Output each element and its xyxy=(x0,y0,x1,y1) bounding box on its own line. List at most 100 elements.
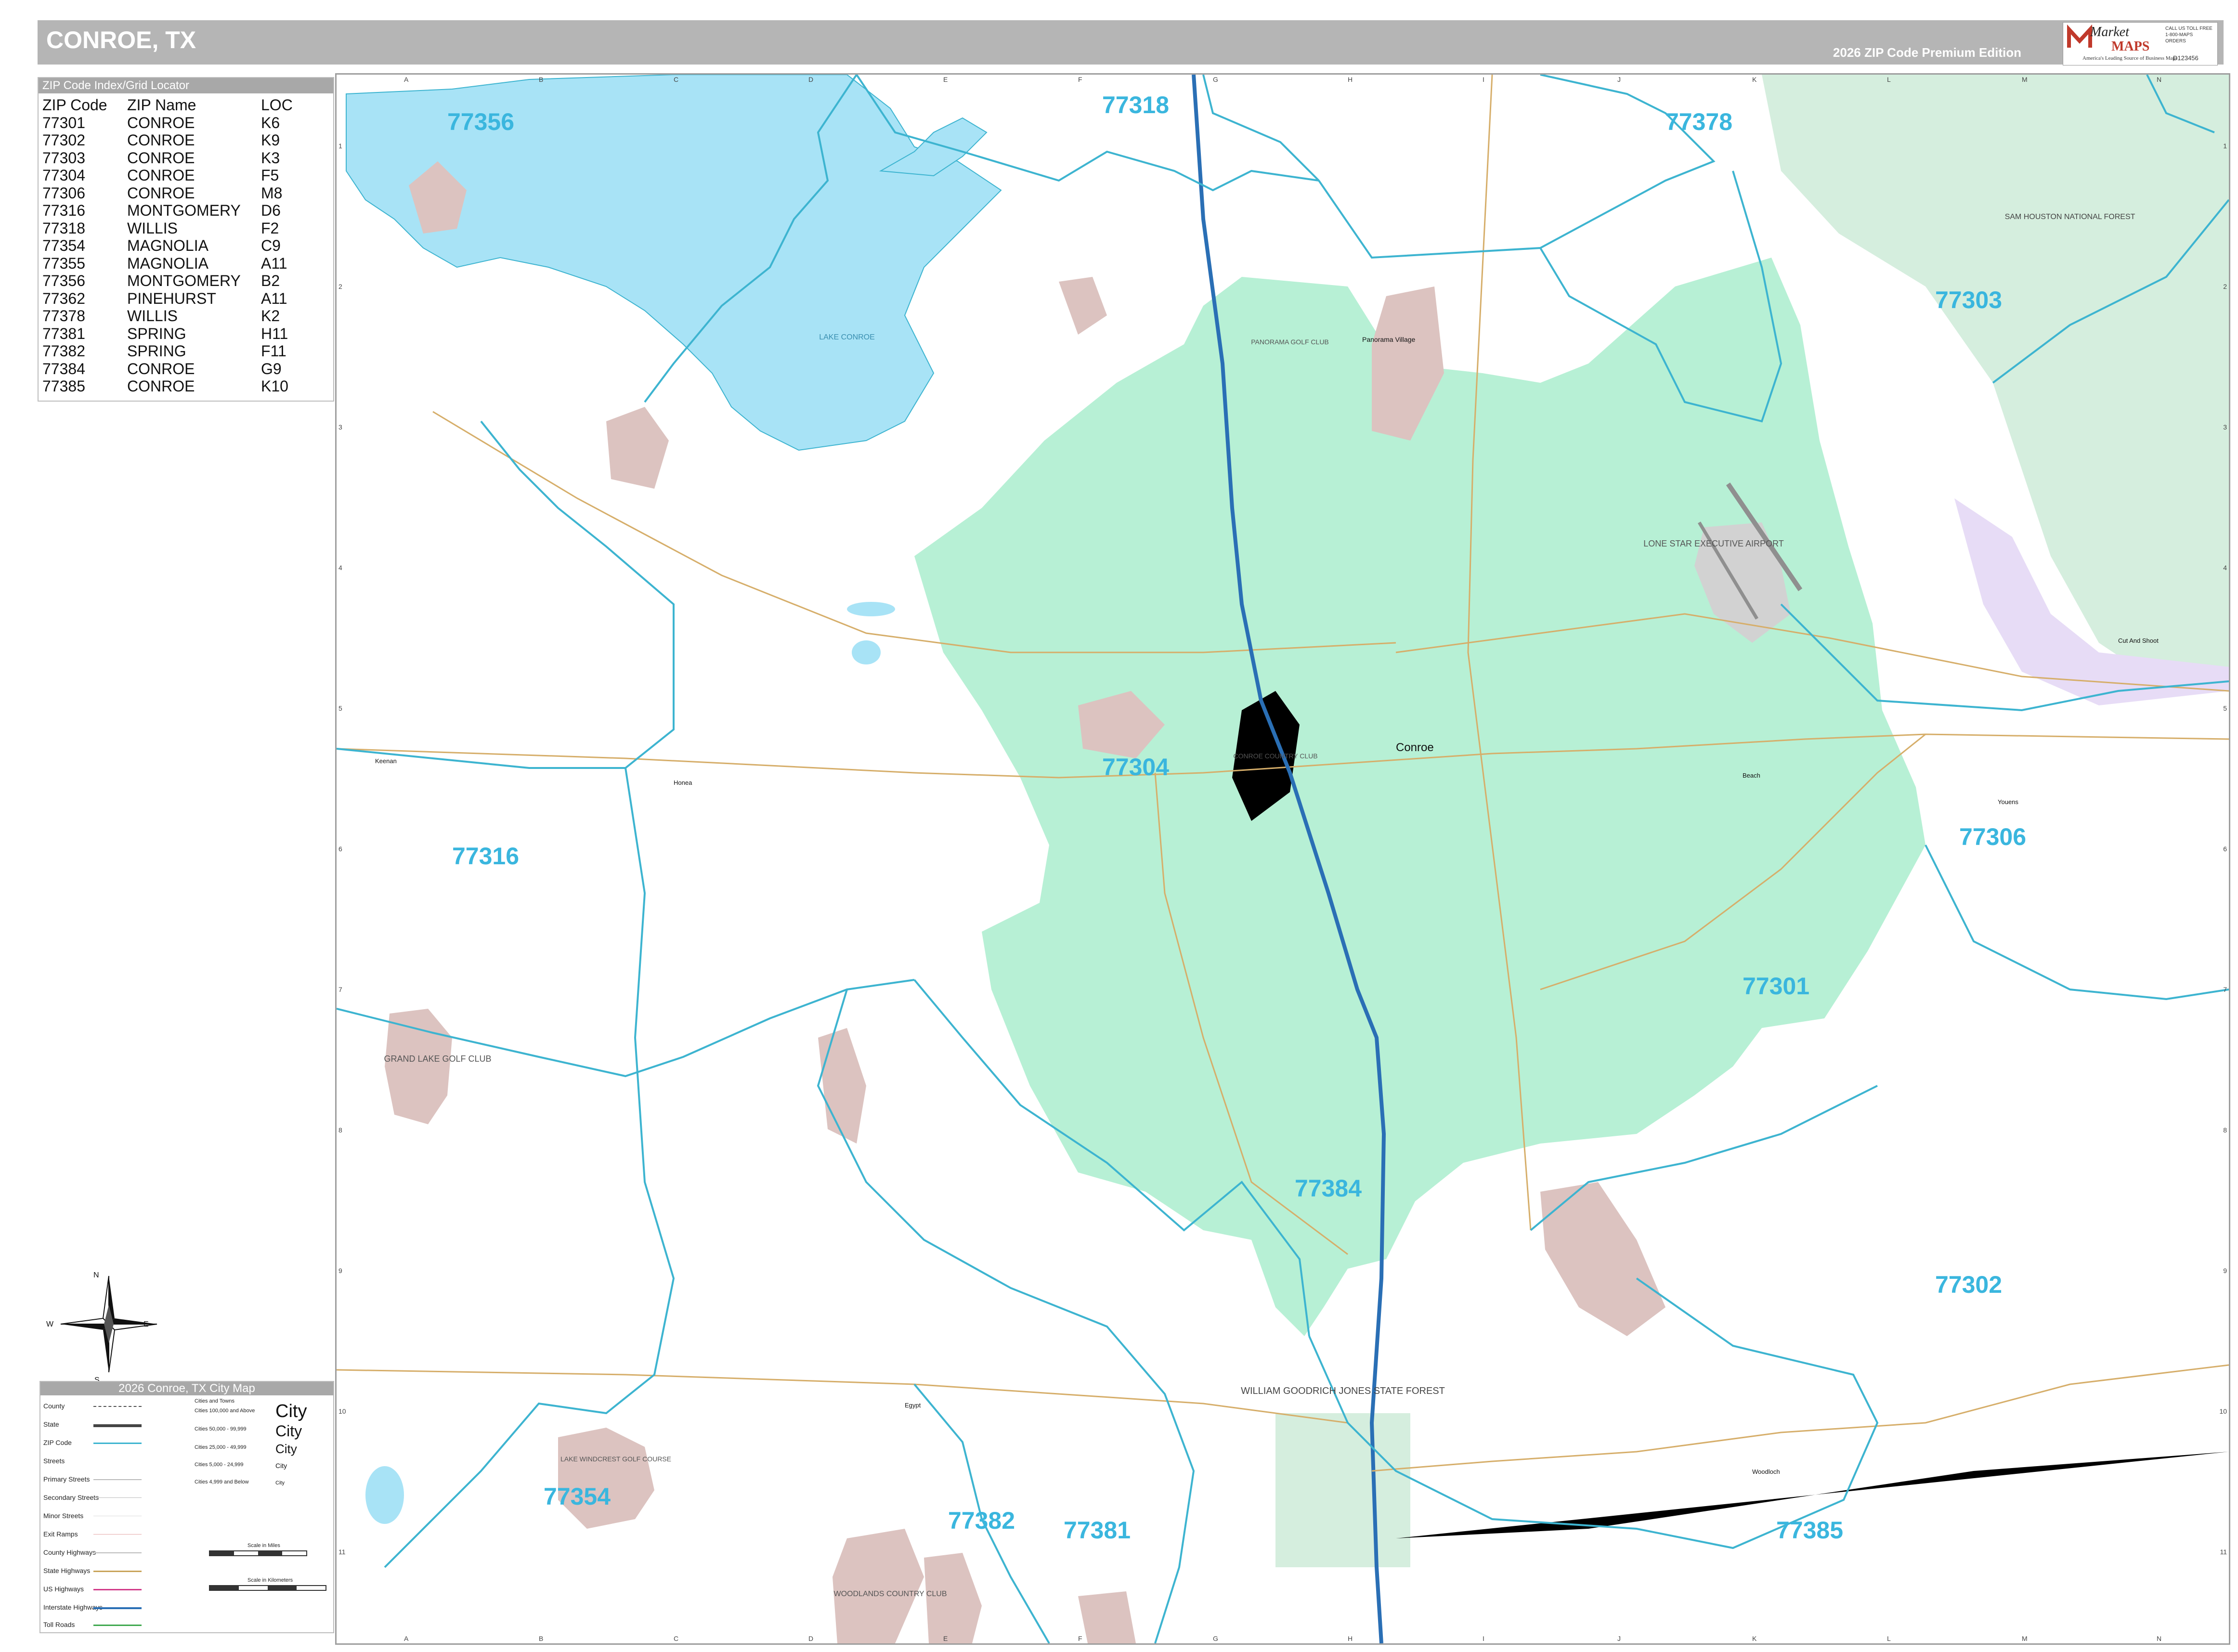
legend-state-hwy-line xyxy=(93,1571,142,1572)
zip-index-row: 77355 MAGNOLIA A11 xyxy=(42,255,293,273)
legend-minor: Minor Streets xyxy=(43,1512,84,1520)
zip-name-cell: WILLIS xyxy=(127,307,178,325)
zip-name-cell: PINEHURST xyxy=(127,289,216,307)
golf-area xyxy=(924,1553,982,1643)
loc-cell: A11 xyxy=(261,254,287,272)
grid-row-label: 4 xyxy=(338,564,342,572)
grid-col-label: M xyxy=(2022,1635,2028,1642)
grid-col-label: K xyxy=(1752,76,1757,83)
zip-index-row: 77384 CONROE G9 xyxy=(42,360,293,378)
logo-icon xyxy=(2067,25,2092,48)
lake-windcrest-golf-area xyxy=(558,1428,654,1529)
zip-code-cell: 77381 xyxy=(42,325,85,342)
zip-label: 77303 xyxy=(1935,286,2002,313)
grid-col-label: G xyxy=(1213,1635,1218,1642)
zip-name-cell: CONROE xyxy=(127,360,195,377)
zip-name-cell: CONROE xyxy=(127,184,195,202)
place-label-egypt: Egypt xyxy=(905,1402,921,1409)
loc-cell: F11 xyxy=(261,342,286,360)
legend-secondary-line xyxy=(93,1497,142,1498)
zip-name-cell: MONTGOMERY xyxy=(127,272,241,289)
market-maps-logo: Market MAPS America's Leading Source of … xyxy=(2063,22,2218,65)
legend-city-size: Cities 50,000 - 99,999 xyxy=(195,1426,247,1432)
zip-code-cell: 77355 xyxy=(42,254,85,272)
loc-cell: F2 xyxy=(261,219,279,237)
loc-cell: K6 xyxy=(261,114,280,131)
edition-label: 2026 ZIP Code Premium Edition xyxy=(1833,45,2021,60)
legend-us-hwy-line xyxy=(93,1589,142,1590)
grid-col-label: J xyxy=(1617,1635,1621,1642)
legend-cities-header: Cities and Towns xyxy=(195,1398,234,1404)
zip-code-cell: 77302 xyxy=(42,131,85,149)
grid-row-label: 6 xyxy=(338,845,342,853)
zip-code-cell: 77301 xyxy=(42,114,85,131)
legend-ramps: Exit Ramps xyxy=(43,1530,78,1538)
legend-city-size: Cities 4,999 and Below xyxy=(195,1479,249,1485)
zip-index-row: 77362 PINEHURST A11 xyxy=(42,290,293,308)
legend-city-sample: City xyxy=(275,1442,297,1456)
legend-streets: Streets xyxy=(43,1457,65,1465)
grid-row-label: 7 xyxy=(338,986,342,993)
grid-row-label: 2 xyxy=(338,283,342,290)
loc-cell: G9 xyxy=(261,360,282,377)
grid-row-label: 6 xyxy=(2223,845,2227,853)
map-canvas: 7735677318773787730377304773167730677301… xyxy=(336,74,2230,1644)
park-area xyxy=(1059,277,1107,335)
grid-row-label: 4 xyxy=(2223,564,2227,572)
legend-city-size: Cities 100,000 and Above xyxy=(195,1408,255,1414)
fm-1488-road xyxy=(336,1369,1348,1424)
grid-row-label: 9 xyxy=(338,1267,342,1275)
zip-label: 77356 xyxy=(447,108,514,135)
small-lake xyxy=(852,640,881,664)
loc-cell: H11 xyxy=(261,325,288,342)
legend-zip: ZIP Code xyxy=(43,1439,72,1446)
zip-label: 77378 xyxy=(1665,108,1732,135)
column-header: ZIP Name xyxy=(127,96,196,114)
place-label-wgj-forest: WILLIAM GOODRICH JONES STATE FOREST xyxy=(1241,1386,1445,1396)
loc-cell: K9 xyxy=(261,131,280,149)
place-label-youens: Youens xyxy=(1998,798,2018,806)
scale-bar-miles xyxy=(209,1550,307,1556)
column-header: LOC xyxy=(261,96,293,114)
grid-col-label: D xyxy=(808,1635,814,1642)
place-label-panorama-village: Panorama Village xyxy=(1362,336,1415,343)
legend-zip-line xyxy=(93,1443,142,1444)
map-area[interactable]: 77356 77318 77378 77303 77304 77316 77306 77301… xyxy=(335,73,2230,1645)
place-label-sam-houston: SAM HOUSTON NATIONAL FOREST xyxy=(2005,213,2135,221)
grid-row-label: 11 xyxy=(338,1548,346,1556)
grid-col-label: B xyxy=(539,76,544,83)
legend-primary: Primary Streets xyxy=(43,1475,90,1483)
zip-label: 77302 xyxy=(1935,1271,2002,1298)
grid-col-label: J xyxy=(1617,76,1621,83)
place-label-keenan: Keenan xyxy=(375,757,397,765)
grid-col-label: N xyxy=(2157,76,2162,83)
loc-cell: F5 xyxy=(261,167,279,184)
grid-row-label: 1 xyxy=(2223,142,2227,150)
zip-name-cell: MAGNOLIA xyxy=(127,237,208,254)
place-label-conroe: Conroe xyxy=(1396,741,1434,754)
grid-col-label: H xyxy=(1348,1635,1353,1642)
zip-label: 77301 xyxy=(1743,973,1809,1000)
legend-us-hwy: US Highways xyxy=(43,1585,84,1593)
legend-city-sample: City xyxy=(275,1462,287,1470)
grid-col-label: B xyxy=(539,1635,544,1642)
zip-code-cell: 77382 xyxy=(42,342,85,360)
grid-row-label: 7 xyxy=(2223,986,2227,993)
grid-col-label: E xyxy=(943,1635,948,1642)
legend-title: 2026 Conroe, TX City Map xyxy=(40,1382,333,1395)
zip-boundary-line xyxy=(1925,845,2229,1001)
logo-phone: CALL US TOLL FREE 1-800-MAPS ORDERS xyxy=(2165,26,2212,44)
grid-col-label: H xyxy=(1348,76,1353,83)
zip-code-cell: 77384 xyxy=(42,360,85,377)
zip-index-title: ZIP Code Index/Grid Locator xyxy=(39,78,333,93)
grid-row-label: 2 xyxy=(2223,283,2227,290)
toll-road xyxy=(1371,1364,2229,1472)
legend-secondary: Secondary Streets xyxy=(43,1494,99,1501)
grid-col-label: M xyxy=(2022,76,2028,83)
zip-label: 77318 xyxy=(1102,91,1169,118)
legend-city-size: Cities 25,000 - 49,999 xyxy=(195,1444,247,1450)
zip-name-cell: CONROE xyxy=(127,131,195,149)
place-label-panorama: PANORAMA GOLF CLUB xyxy=(1251,338,1329,346)
scale-km-label: Scale in Kilometers xyxy=(247,1577,293,1583)
legend-state-hwy: State Highways xyxy=(43,1567,91,1574)
